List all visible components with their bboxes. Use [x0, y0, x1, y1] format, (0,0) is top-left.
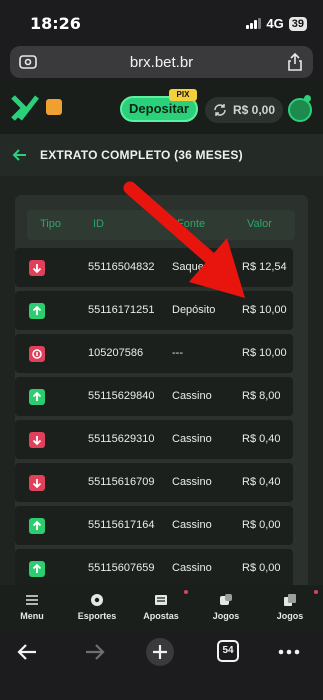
transaction-source: Cassino — [172, 519, 212, 531]
bottom-nav: Menu Esportes Apostas Jogos Jogos — [0, 585, 323, 631]
column-header-tipo: Tipo — [40, 218, 61, 230]
arrow-down-icon — [29, 432, 45, 448]
menu-icon — [26, 595, 38, 605]
table-row[interactable]: 55115607659 Cassino R$ 0,00 — [15, 549, 293, 588]
back-arrow-icon[interactable] — [12, 147, 28, 163]
status-indicators: 4G 39 — [246, 16, 307, 31]
nav-label: Jogos — [212, 611, 240, 621]
status-bar: 18:26 4G 39 — [0, 0, 323, 42]
gift-icon[interactable] — [46, 99, 62, 115]
transaction-source: Cassino — [172, 476, 212, 488]
notification-dot — [304, 95, 311, 102]
pix-badge: PIX — [169, 89, 197, 101]
transaction-value: R$ 0,40 — [242, 433, 281, 445]
transaction-source: Cassino — [172, 390, 212, 402]
back-icon[interactable] — [16, 641, 38, 663]
arrow-up-icon — [29, 389, 45, 405]
browser-url-area: brx.bet.br — [0, 42, 323, 82]
table-row[interactable]: 55115617164 Cassino R$ 0,00 — [15, 506, 293, 545]
nav-apostas[interactable]: Apostas — [136, 593, 186, 621]
tabs-button[interactable]: 54 — [217, 640, 239, 662]
ticket-icon — [155, 595, 167, 605]
arrow-up-icon — [29, 303, 45, 319]
nav-label: Menu — [20, 611, 44, 621]
transaction-id: 55115607659 — [88, 562, 155, 574]
table-row[interactable]: 55115629310 Cassino R$ 0,40 — [15, 420, 293, 459]
transaction-value: R$ 8,00 — [242, 390, 281, 402]
brx-logo-icon[interactable] — [10, 93, 40, 123]
transaction-id: 55115629840 — [88, 390, 155, 402]
more-icon[interactable] — [278, 649, 300, 655]
nav-notification-dot — [184, 590, 188, 594]
signal-icon — [246, 18, 262, 29]
transaction-source: --- — [172, 347, 183, 359]
arrow-down-icon — [29, 260, 45, 276]
balance-pill[interactable]: R$ 0,00 — [205, 97, 283, 123]
bonus-icon — [29, 346, 45, 362]
nav-jogos-2[interactable]: Jogos — [265, 593, 315, 621]
browser-toolbar: 54 — [0, 631, 323, 700]
page-title: EXTRATO COMPLETO (36 MESES) — [40, 148, 243, 162]
dice-icon — [220, 594, 232, 605]
network-label: 4G — [266, 16, 284, 31]
table-row[interactable]: 105207586 --- R$ 10,00 — [15, 334, 293, 373]
nav-label: Esportes — [77, 611, 117, 621]
table-row[interactable]: 55115629840 Cassino R$ 8,00 — [15, 377, 293, 416]
balance-amount: R$ 0,00 — [233, 103, 276, 117]
status-time: 18:26 — [30, 14, 81, 33]
site-header: Depositar PIX R$ 0,00 — [0, 82, 323, 134]
table-row[interactable]: 55115616709 Cassino R$ 0,40 — [15, 463, 293, 502]
url-text[interactable]: brx.bet.br — [10, 54, 313, 71]
arrow-down-icon — [29, 475, 45, 491]
transaction-value: R$ 10,00 — [242, 347, 287, 359]
annotation-arrow-icon — [123, 181, 245, 298]
battery-icon: 39 — [288, 16, 307, 31]
transaction-value: R$ 0,00 — [242, 519, 281, 531]
transaction-id: 55115617164 — [88, 519, 155, 531]
page-title-bar: EXTRATO COMPLETO (36 MESES) — [0, 134, 323, 176]
nav-jogos[interactable]: Jogos — [201, 593, 251, 621]
ball-icon — [91, 594, 103, 606]
transaction-id: 55115629310 — [88, 433, 155, 445]
nav-label: Apostas — [143, 611, 179, 621]
arrow-up-icon — [29, 561, 45, 577]
refresh-icon[interactable] — [213, 103, 227, 117]
transaction-source: Cassino — [172, 433, 212, 445]
transaction-source: Cassino — [172, 562, 212, 574]
cards-icon — [284, 594, 296, 606]
arrow-up-icon — [29, 518, 45, 534]
url-bar[interactable]: brx.bet.br — [10, 46, 313, 78]
nav-label: Jogos — [276, 611, 304, 621]
transaction-value: R$ 0,40 — [242, 476, 281, 488]
nav-notification-dot — [314, 590, 318, 594]
column-header-id: ID — [93, 218, 104, 230]
nav-menu[interactable]: Menu — [7, 593, 57, 621]
transaction-id: 105207586 — [88, 347, 144, 359]
forward-icon[interactable] — [84, 641, 106, 663]
transaction-value: R$ 0,00 — [242, 562, 281, 574]
share-icon[interactable] — [286, 52, 304, 72]
nav-esportes[interactable]: Esportes — [72, 593, 122, 621]
transaction-id: 55115616709 — [88, 476, 155, 488]
new-tab-icon[interactable] — [145, 637, 175, 667]
